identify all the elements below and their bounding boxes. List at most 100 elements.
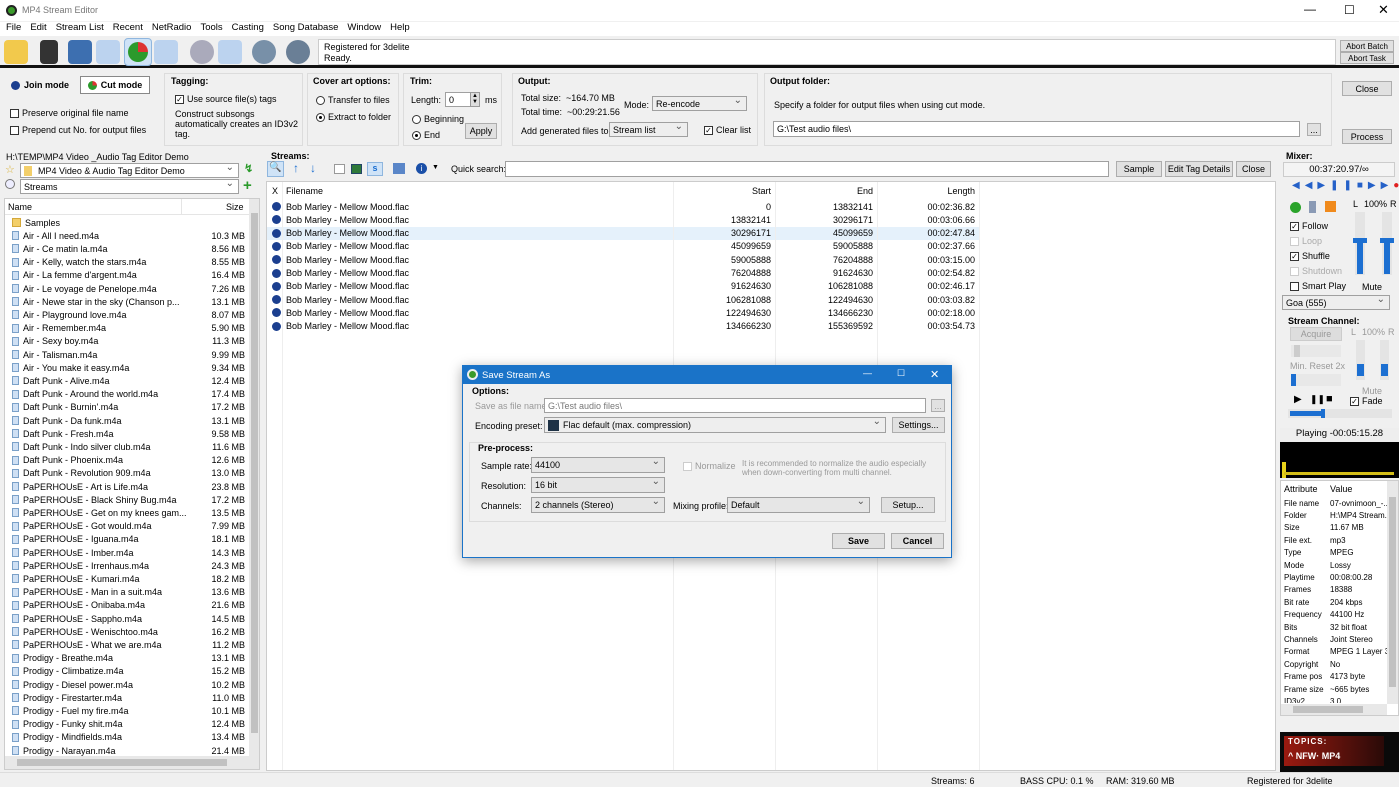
mute-label[interactable]: Mute xyxy=(1362,282,1382,292)
settings-button[interactable]: Settings... xyxy=(892,417,945,433)
maximize-button[interactable]: ☐ xyxy=(1344,3,1355,17)
prepend-cut-checkbox[interactable]: Prepend cut No. for output files xyxy=(10,125,146,135)
file-list-item[interactable]: Prodigy - Breathe.m4a13.1 MB xyxy=(5,652,249,665)
menu-stream-list[interactable]: Stream List xyxy=(52,22,109,36)
skin-icon[interactable]: s xyxy=(367,162,383,176)
menu-recent[interactable]: Recent xyxy=(109,22,148,36)
min-slider[interactable] xyxy=(1291,374,1341,386)
file-list-item[interactable]: Daft Punk - Phoenix.m4a12.6 MB xyxy=(5,454,249,467)
sc-pause-icon[interactable]: ❚❚ xyxy=(1310,394,1325,405)
search-icon[interactable]: 🔍 xyxy=(267,161,284,177)
add-to-select[interactable]: Stream list xyxy=(609,122,688,137)
menu-help[interactable]: Help xyxy=(386,22,415,36)
dialog-minimize-button[interactable]: — xyxy=(863,368,872,378)
file-list-hscrollbar[interactable] xyxy=(5,756,260,769)
topics-banner[interactable]: TOPICS: ^ NFW· MP4 xyxy=(1280,732,1399,772)
list-icon[interactable] xyxy=(334,164,345,174)
attributes-vscrollbar[interactable] xyxy=(1387,481,1398,704)
move-up-icon[interactable]: ↑ xyxy=(293,161,299,175)
file-list-item[interactable]: PaPERHOUsE - Got would.m4a7.99 MB xyxy=(5,520,249,533)
end-radio[interactable]: End xyxy=(412,130,440,140)
encoding-preset-select[interactable]: Flac default (max. compression) xyxy=(544,417,886,433)
process-button[interactable]: Process xyxy=(1342,129,1392,144)
smart-play-checkbox[interactable]: Smart Play xyxy=(1290,281,1346,291)
file-list-item[interactable]: PaPERHOUsE - Kumari.m4a18.2 MB xyxy=(5,572,249,585)
folder-select[interactable]: MP4 Video & Audio Tag Editor Demo xyxy=(20,163,239,178)
file-list-item[interactable]: PaPERHOUsE - Sappho.m4a14.5 MB xyxy=(5,612,249,625)
loop-checkbox[interactable]: Loop xyxy=(1290,236,1322,246)
add-music-icon[interactable] xyxy=(154,40,178,64)
normalize-checkbox[interactable]: Normalize xyxy=(683,461,736,471)
file-list-item[interactable]: Air - Le voyage de Penelope.m4a7.26 MB xyxy=(5,282,249,295)
file-list-item[interactable]: PaPERHOUsE - What we are.m4a11.2 MB xyxy=(5,638,249,651)
dialog-title-bar[interactable]: Save Stream As — ☐ ✕ xyxy=(463,366,951,384)
clear-list-checkbox[interactable]: ✓Clear list xyxy=(704,125,751,135)
minimize-button[interactable]: — xyxy=(1304,2,1316,16)
info-dropdown-icon[interactable]: ▼ xyxy=(432,164,439,171)
beginning-radio[interactable]: Beginning xyxy=(412,114,464,124)
col-x[interactable]: X xyxy=(272,186,278,196)
box-icon[interactable] xyxy=(68,40,92,64)
pause-icon[interactable]: ❚❚ xyxy=(1330,180,1357,191)
shutdown-checkbox[interactable]: Shutdown xyxy=(1290,266,1342,276)
channels-select[interactable]: 2 channels (Stereo) xyxy=(531,497,665,513)
file-list-item[interactable]: Daft Punk - Da funk.m4a13.1 MB xyxy=(5,414,249,427)
save-button[interactable]: Save xyxy=(832,533,885,549)
cut-mode-button[interactable]: Cut mode xyxy=(80,76,150,94)
sample-button[interactable]: Sample xyxy=(1116,161,1162,177)
menu-tools[interactable]: Tools xyxy=(196,22,227,36)
left-volume-slider[interactable] xyxy=(1355,212,1365,275)
file-list-item[interactable]: Air - All I need.m4a10.3 MB xyxy=(5,229,249,242)
sc-stop-icon[interactable]: ■ xyxy=(1326,393,1333,405)
dialog-close-button[interactable]: ✕ xyxy=(930,368,939,381)
green-orb-icon[interactable] xyxy=(1290,202,1301,213)
sc-left-slider[interactable] xyxy=(1356,340,1365,380)
speaker-icon[interactable] xyxy=(40,40,58,64)
rewind-icon[interactable]: ◀◀ xyxy=(1292,180,1317,191)
follow-checkbox[interactable]: ✓Follow xyxy=(1290,221,1328,231)
col-value[interactable]: Value xyxy=(1330,484,1352,494)
abort-task-button[interactable]: Abort Task xyxy=(1340,52,1394,64)
apply-button[interactable]: Apply xyxy=(465,123,497,139)
col-name[interactable]: Name xyxy=(8,202,32,212)
file-list-vscrollbar[interactable] xyxy=(249,199,260,756)
position-slider[interactable] xyxy=(1288,409,1392,418)
open-folder-icon[interactable] xyxy=(4,40,28,64)
quick-search-input[interactable] xyxy=(505,161,1109,177)
stream-row[interactable]: Bob Marley - Mellow Mood.flac01383214100… xyxy=(267,200,979,213)
filter-icon[interactable] xyxy=(5,179,15,189)
edit-tag-details-button[interactable]: Edit Tag Details xyxy=(1165,161,1233,177)
seek-slider[interactable] xyxy=(1291,345,1341,357)
cd-icon[interactable] xyxy=(190,40,214,64)
length-spinner[interactable]: ▲▼ xyxy=(470,92,480,107)
sample-rate-select[interactable]: 44100 xyxy=(531,457,665,473)
sc-right-slider[interactable] xyxy=(1380,340,1389,380)
sc-mute-label[interactable]: Mute xyxy=(1362,386,1382,396)
extract-radio[interactable]: Extract to folder xyxy=(316,112,391,122)
move-down-icon[interactable]: ↓ xyxy=(310,161,316,175)
stream-row[interactable]: Bob Marley - Mellow Mood.flac12249463013… xyxy=(267,306,979,319)
right-volume-slider[interactable] xyxy=(1382,212,1392,275)
file-list-item[interactable]: Daft Punk - Revolution 909.m4a13.0 MB xyxy=(5,467,249,480)
record-icon[interactable]: ● xyxy=(1393,180,1399,191)
setup-button[interactable]: Setup... xyxy=(881,497,935,513)
file-list-item[interactable]: Daft Punk - Indo silver club.m4a11.6 MB xyxy=(5,440,249,453)
menu-song-database[interactable]: Song Database xyxy=(269,22,344,36)
menu-window[interactable]: Window xyxy=(343,22,386,36)
file-list-item[interactable]: Air - You make it easy.m4a9.34 MB xyxy=(5,361,249,374)
col-attribute[interactable]: Attribute xyxy=(1284,484,1318,494)
file-list-item[interactable]: PaPERHOUsE - Iguana.m4a18.1 MB xyxy=(5,533,249,546)
file-list-item[interactable]: Air - Playground love.m4a8.07 MB xyxy=(5,308,249,321)
monitor-icon[interactable] xyxy=(393,163,405,174)
file-list-item[interactable]: Air - Talisman.m4a9.99 MB xyxy=(5,348,249,361)
close-options-button[interactable]: Close xyxy=(1342,81,1392,96)
resolution-select[interactable]: 16 bit xyxy=(531,477,665,493)
file-list-item[interactable]: Prodigy - Fuel my fire.m4a10.1 MB xyxy=(5,704,249,717)
menu-edit[interactable]: Edit xyxy=(26,22,51,36)
menu-file[interactable]: File xyxy=(0,22,26,36)
file-list-item[interactable]: PaPERHOUsE - Wenischtoo.m4a16.2 MB xyxy=(5,625,249,638)
mixing-profile-select[interactable]: Default xyxy=(727,497,870,513)
preserve-name-checkbox[interactable]: Preserve original file name xyxy=(10,108,129,118)
menu-casting[interactable]: Casting xyxy=(228,22,269,36)
col-size[interactable]: Size xyxy=(226,202,244,212)
